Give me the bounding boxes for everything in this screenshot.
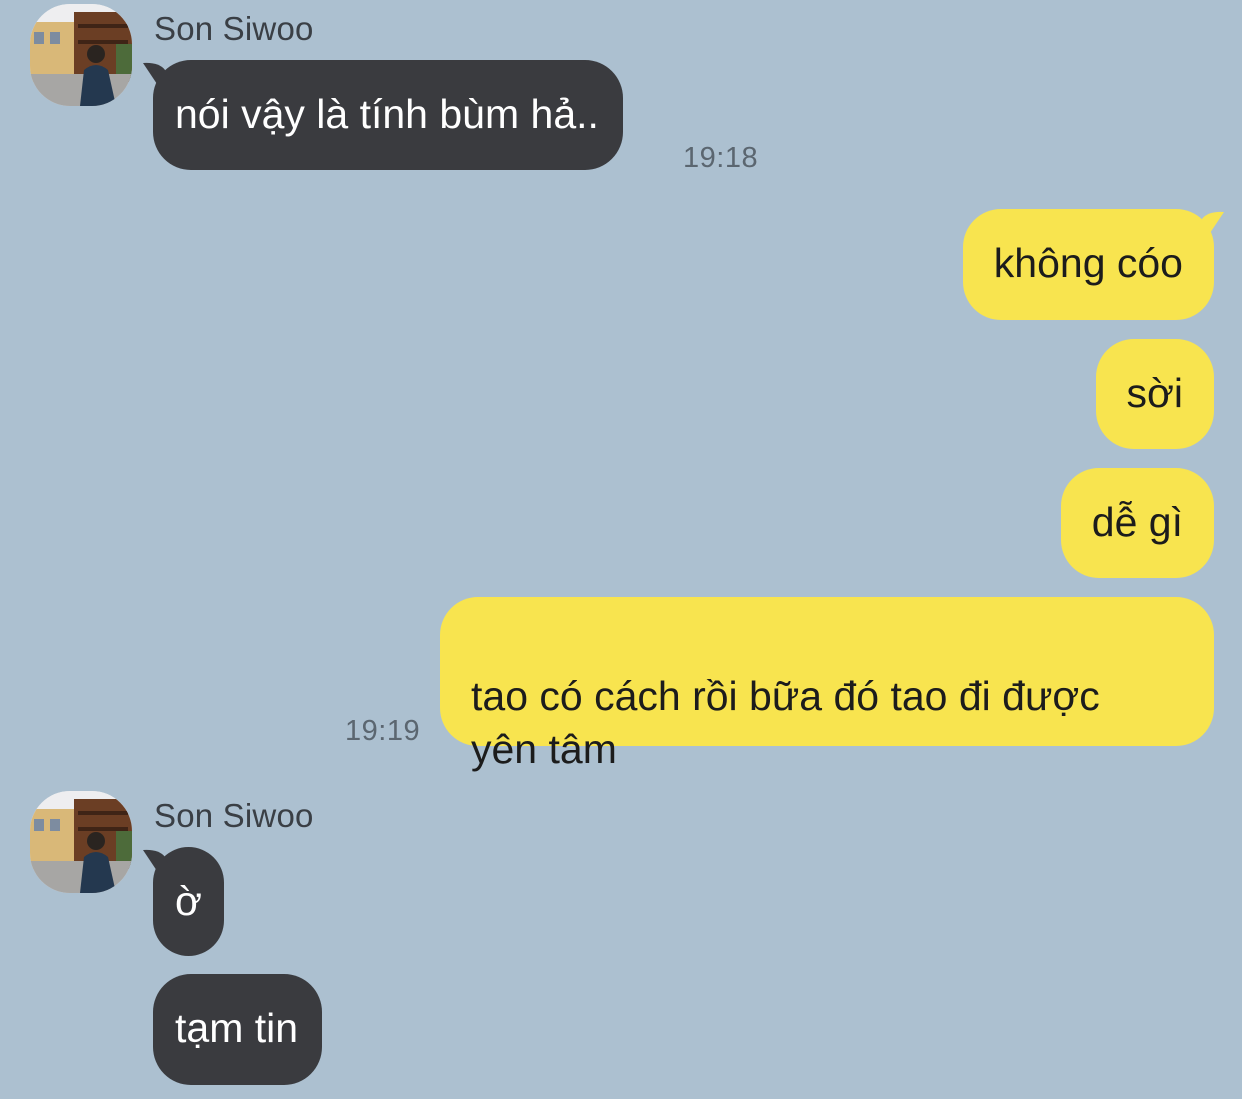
chat-thread: Son Siwoo nói vậy là tính bùm hả.. 19:18… <box>0 0 1242 1099</box>
bubble-tail-icon <box>1194 211 1224 239</box>
timestamp: 19:19 <box>345 715 421 747</box>
sender-name: Son Siwoo <box>154 10 314 47</box>
sender-name: Son Siwoo <box>154 797 314 834</box>
bubble-tail-icon <box>143 62 173 90</box>
timestamp: 19:18 <box>683 142 759 174</box>
outgoing-message[interactable]: dễ gì <box>1060 468 1214 578</box>
incoming-message[interactable]: ờ <box>143 847 224 956</box>
incoming-message[interactable]: tạm tin <box>153 974 323 1085</box>
outgoing-message[interactable]: tao có cách rồi bữa đó tao đi được yên t… <box>440 597 1214 772</box>
sender-avatar-icon[interactable] <box>30 4 132 106</box>
sender-avatar-icon[interactable] <box>30 791 132 893</box>
message-text: không cóo <box>993 240 1183 286</box>
outgoing-message[interactable]: sời <box>1095 339 1214 449</box>
outgoing-message[interactable]: không cóo <box>962 209 1224 320</box>
message-text: tạm tin <box>175 1005 299 1051</box>
message-text: dễ gì <box>1091 499 1183 545</box>
bubble-tail-icon <box>143 849 173 877</box>
incoming-message[interactable]: nói vậy là tính bùm hả.. <box>143 60 623 170</box>
message-text: nói vậy là tính bùm hả.. <box>175 91 599 137</box>
message-text: sời <box>1126 370 1184 416</box>
message-text: ờ <box>175 878 202 924</box>
message-text: tao có cách rồi bữa đó tao đi được yên t… <box>471 673 1100 772</box>
